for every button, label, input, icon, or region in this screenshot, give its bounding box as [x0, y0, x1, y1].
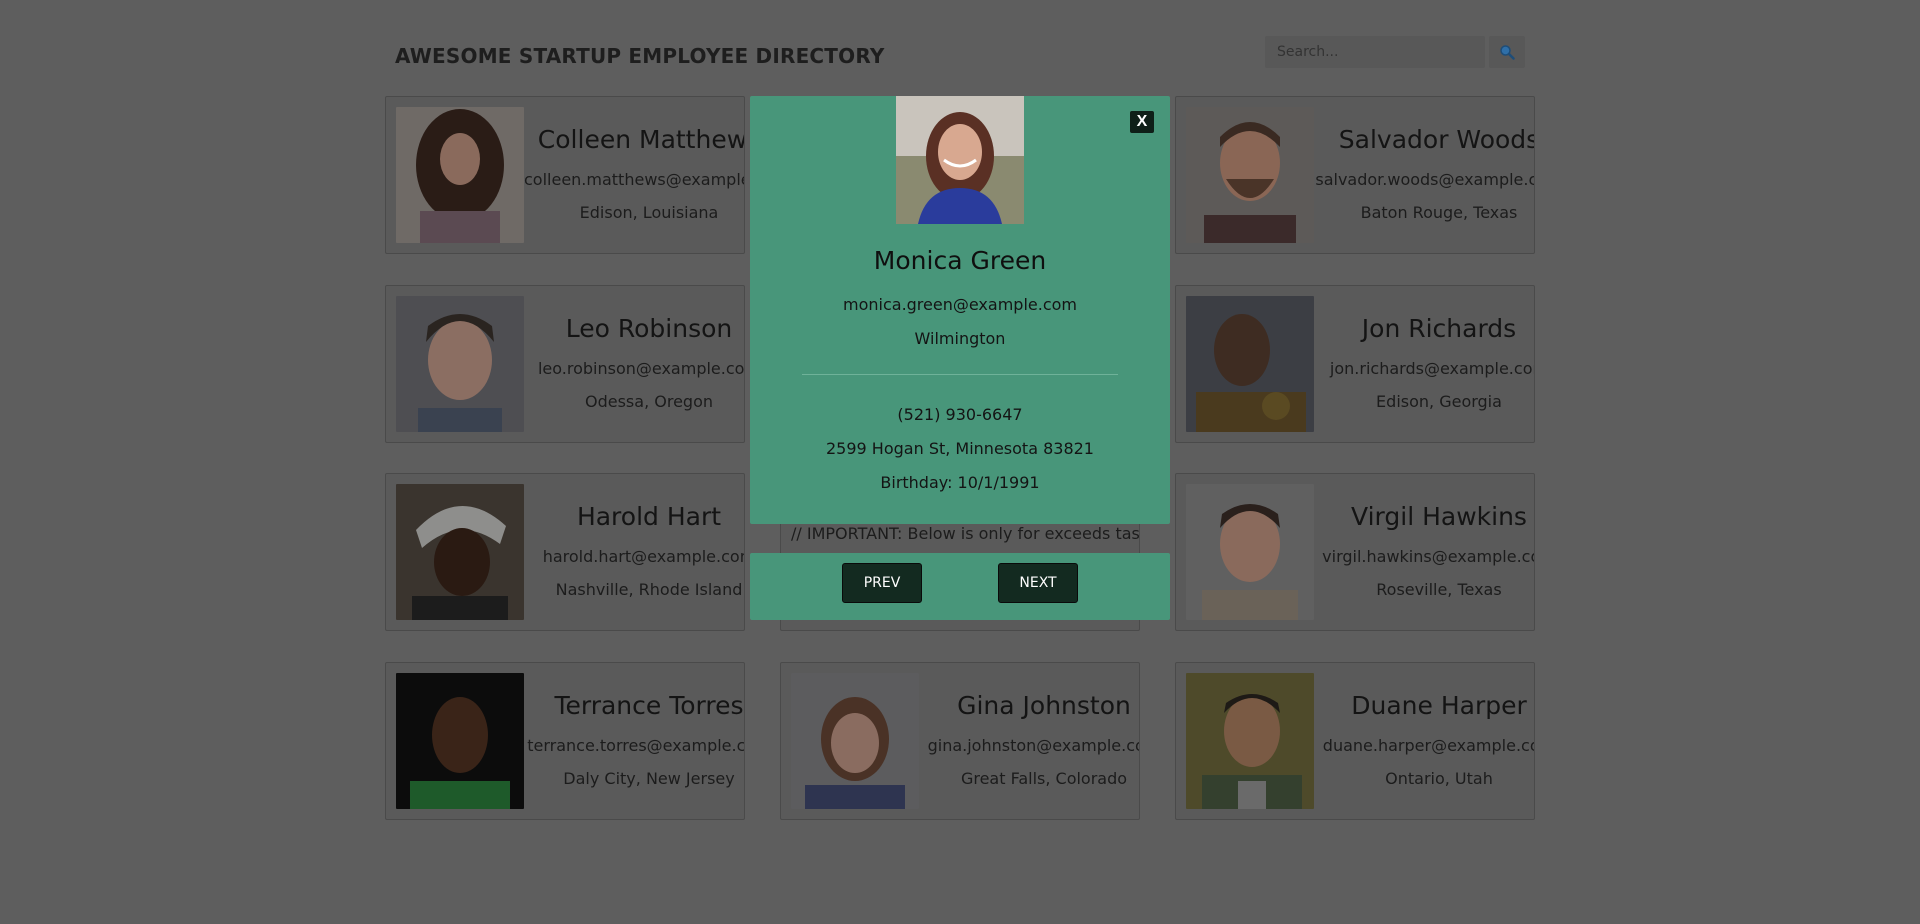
employee-card[interactable]: Harold Hart harold.hart@example.com Nash… [385, 473, 745, 631]
employee-location: Great Falls, Colorado [960, 769, 1128, 788]
employee-email: duane.harper@example.com [1322, 736, 1535, 755]
employee-email: jon.richards@example.com [1329, 359, 1535, 378]
avatar [396, 296, 524, 432]
employee-card[interactable]: Terrance Torres terrance.torres@example.… [385, 662, 745, 820]
prev-button[interactable]: PREV [842, 563, 922, 603]
employee-name: Harold Hart [576, 502, 722, 531]
modal-birthday: Birthday: 10/1/1991 [880, 473, 1040, 492]
avatar [396, 484, 524, 620]
employee-name: Salvador Woods [1338, 125, 1535, 154]
magnifier-icon [1500, 45, 1515, 60]
search-input[interactable] [1265, 36, 1485, 68]
employee-name: Duane Harper [1351, 691, 1527, 720]
avatar [1186, 107, 1314, 243]
modal-name: Monica Green [873, 246, 1047, 275]
employee-name: Leo Robinson [565, 314, 733, 343]
avatar [396, 673, 524, 809]
employee-email: leo.robinson@example.com [537, 359, 745, 378]
employee-card[interactable]: Leo Robinson leo.robinson@example.com Od… [385, 285, 745, 443]
avatar [1186, 484, 1314, 620]
employee-name: Terrance Torres [554, 691, 744, 720]
employee-modal: X Monica Green monica.green@example.com … [750, 96, 1170, 524]
employee-email: terrance.torres@example.com [527, 736, 745, 755]
modal-email: monica.green@example.com [843, 295, 1077, 314]
close-button[interactable]: X [1130, 111, 1154, 133]
avatar [1186, 673, 1314, 809]
employee-card[interactable]: Virgil Hawkins virgil.hawkins@example.co… [1175, 473, 1535, 631]
search-button[interactable] [1489, 36, 1525, 68]
employee-location: Ontario, Utah [1385, 769, 1493, 788]
employee-email: harold.hart@example.com [542, 547, 745, 566]
employee-location: Roseville, Texas [1376, 580, 1502, 599]
next-button[interactable]: NEXT [998, 563, 1078, 603]
employee-location: Daly City, New Jersey [563, 769, 735, 788]
employee-name: Colleen Matthews [537, 125, 745, 154]
employee-email: salvador.woods@example.com [1315, 170, 1534, 189]
search-form [1265, 36, 1525, 68]
developer-note: // IMPORTANT: Below is only for exceeds … [791, 524, 1140, 543]
employee-email: gina.johnston@example.com [927, 736, 1140, 755]
modal-nav: PREV NEXT [750, 553, 1170, 620]
avatar [791, 673, 919, 809]
employee-card[interactable]: Gina Johnston gina.johnston@example.com … [780, 662, 1140, 820]
avatar [1186, 296, 1314, 432]
modal-city: Wilmington [914, 329, 1006, 348]
employee-name: Jon Richards [1361, 314, 1517, 343]
employee-card[interactable]: Jon Richards jon.richards@example.com Ed… [1175, 285, 1535, 443]
employee-location: Edison, Georgia [1376, 392, 1502, 411]
modal-phone: (521) 930-6647 [897, 405, 1023, 424]
employee-card[interactable]: Salvador Woods salvador.woods@example.co… [1175, 96, 1535, 254]
page-title: AWESOME STARTUP EMPLOYEE DIRECTORY [395, 44, 885, 68]
employee-location: Odessa, Oregon [585, 392, 713, 411]
directory-page: AWESOME STARTUP EMPLOYEE DIRECTORY Colle… [0, 0, 1920, 924]
employee-name: Gina Johnston [957, 691, 1131, 720]
employee-name: Virgil Hawkins [1351, 502, 1527, 531]
modal-avatar [896, 96, 1024, 224]
employee-email: virgil.hawkins@example.com [1322, 547, 1535, 566]
modal-divider [802, 374, 1118, 375]
employee-email: colleen.matthews@example.com [524, 170, 744, 189]
employee-location: Baton Rouge, Texas [1360, 203, 1518, 222]
employee-location: Edison, Louisiana [579, 203, 719, 222]
employee-card[interactable]: Colleen Matthews colleen.matthews@exampl… [385, 96, 745, 254]
modal-address: 2599 Hogan St, Minnesota 83821 [826, 439, 1094, 458]
employee-location: Nashville, Rhode Island [555, 580, 743, 599]
employee-card[interactable]: Duane Harper duane.harper@example.com On… [1175, 662, 1535, 820]
avatar [396, 107, 524, 243]
